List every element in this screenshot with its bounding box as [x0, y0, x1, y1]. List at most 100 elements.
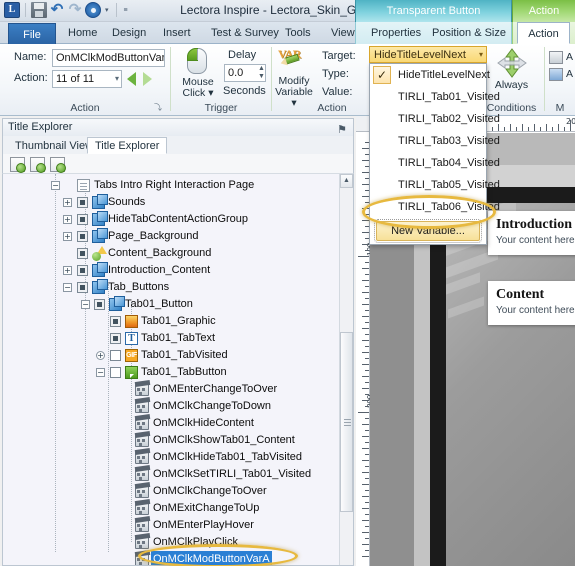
- button-icon: [125, 366, 138, 379]
- visibility-checkbox[interactable]: [110, 350, 121, 361]
- tree-label: OnMClkHideTab01_TabVisited: [153, 451, 302, 463]
- context-tab-transparent-button[interactable]: Transparent Button: [355, 0, 512, 22]
- action-index-combo[interactable]: 11 of 11: [52, 70, 122, 88]
- mouse-icon[interactable]: [187, 48, 207, 74]
- ribbon-group-trigger-label: Trigger: [204, 102, 238, 114]
- tab-view[interactable]: View: [323, 22, 363, 44]
- target-variable-dropdown[interactable]: ✓ HideTitleLevelNext TIRLI_Tab01_Visited…: [369, 63, 500, 245]
- dropdown-option-3-label: TIRLI_Tab03_Visited: [398, 135, 500, 147]
- card-title: Content: [496, 287, 545, 302]
- action-dialog-launcher[interactable]: ⤵: [154, 102, 162, 113]
- add-action-label[interactable]: A: [566, 51, 573, 63]
- title-explorer-tree[interactable]: − Tabs Intro Right Interaction Page + So…: [2, 174, 354, 566]
- scroll-up-button[interactable]: ▲: [340, 174, 353, 188]
- tree-label: Tab01_TabText: [141, 332, 215, 344]
- visibility-checkbox[interactable]: [77, 214, 88, 225]
- tab-home[interactable]: Home: [60, 22, 105, 44]
- ruler-corner: [356, 116, 370, 132]
- expander-icon[interactable]: +: [63, 266, 72, 275]
- visibility-checkbox[interactable]: [110, 333, 121, 344]
- tab-position-size[interactable]: Position & Size: [424, 22, 514, 44]
- value-label: Value:: [322, 86, 353, 98]
- add-transition-icon[interactable]: [549, 68, 563, 81]
- add-page-icon[interactable]: [10, 157, 26, 173]
- dropdown-option-5-label: TIRLI_Tab05_Visited: [398, 179, 500, 191]
- expander-icon[interactable]: −: [51, 181, 60, 190]
- tree-label: Introduction_Content: [108, 264, 211, 276]
- tab-design[interactable]: Design: [104, 22, 154, 44]
- dropdown-option-4[interactable]: TIRLI_Tab04_Visited: [370, 152, 500, 174]
- visibility-checkbox[interactable]: [77, 282, 88, 293]
- next-action-button[interactable]: [143, 72, 152, 86]
- tree-label: Tab01_Button: [125, 298, 193, 310]
- tab-title-explorer[interactable]: Title Explorer: [87, 137, 168, 154]
- previous-action-button[interactable]: [127, 72, 136, 86]
- action-icon: [135, 486, 149, 498]
- card-title: Introduction: [496, 217, 572, 232]
- tree-label: OnMEnterPlayHover: [153, 519, 254, 531]
- context-tab-action[interactable]: Action: [512, 0, 575, 22]
- ribbon-group-more-label: M: [555, 102, 565, 114]
- expander-icon[interactable]: −: [96, 368, 105, 377]
- content-card-content: Content Your content here: [488, 281, 575, 325]
- ribbon-group-trigger: Mouse Click ▾ Delay 0.0 ▲ ▼ Seconds Trigg…: [171, 44, 271, 116]
- target-variable-combo[interactable]: HideTitleLevelNext: [369, 46, 487, 63]
- tree-guide-1: [55, 174, 56, 552]
- tab-action[interactable]: Action: [517, 22, 570, 44]
- dropdown-option-0[interactable]: ✓ HideTitleLevelNext: [370, 64, 490, 86]
- title-explorer-toolbar: [2, 154, 354, 174]
- name-label: Name:: [14, 51, 47, 63]
- dropdown-footer: New Variable...: [370, 218, 486, 244]
- ribbon-group-action: Name: OnMClkModButtonVarA Action: 11 of …: [0, 44, 170, 116]
- visibility-checkbox[interactable]: [94, 299, 105, 310]
- card-body: Your content here: [496, 235, 575, 246]
- expander-icon[interactable]: +: [96, 351, 105, 360]
- action-label: Action:: [14, 72, 48, 84]
- add-transition-label[interactable]: A: [566, 68, 573, 80]
- tree-label: Tab01_TabVisited: [141, 349, 228, 361]
- new-variable-button[interactable]: New Variable...: [374, 219, 482, 243]
- visibility-checkbox[interactable]: [77, 231, 88, 242]
- dropdown-option-2[interactable]: TIRLI_Tab02_Visited: [370, 108, 500, 130]
- group-icon: [92, 211, 108, 226]
- visibility-checkbox[interactable]: [110, 367, 121, 378]
- image-icon: [125, 315, 138, 328]
- visibility-checkbox[interactable]: [77, 197, 88, 208]
- modify-variable-icon[interactable]: VAR: [278, 47, 304, 71]
- content-card-introduction: Introduction Your content here: [488, 211, 575, 255]
- tree-label: OnMClkHideContent: [153, 417, 254, 429]
- tab-insert[interactable]: Insert: [155, 22, 199, 44]
- expander-icon[interactable]: −: [81, 300, 90, 309]
- expander-icon[interactable]: +: [63, 215, 72, 224]
- expander-icon[interactable]: −: [63, 283, 72, 292]
- visibility-checkbox[interactable]: [110, 316, 121, 327]
- mouse-click-button[interactable]: Mouse Click ▾: [173, 77, 223, 99]
- expander-icon[interactable]: +: [63, 198, 72, 207]
- tree-label: OnMClkChangeToOver: [153, 485, 267, 497]
- scrollbar-thumb[interactable]: [340, 332, 353, 512]
- tab-file[interactable]: File: [8, 23, 56, 45]
- add-action-icon[interactable]: [549, 51, 563, 64]
- expander-icon[interactable]: +: [63, 232, 72, 241]
- dropdown-option-6[interactable]: TIRLI_Tab06_Visited: [370, 196, 500, 218]
- action-name-input[interactable]: OnMClkModButtonVarA: [52, 49, 165, 67]
- tab-properties[interactable]: Properties: [363, 22, 429, 44]
- dropdown-option-3[interactable]: TIRLI_Tab03_Visited: [370, 130, 500, 152]
- tab-test-survey[interactable]: Test & Survey: [203, 22, 287, 44]
- tree-scrollbar[interactable]: ▲: [339, 174, 353, 565]
- action-icon: [135, 554, 149, 565]
- add-section-icon[interactable]: [50, 157, 66, 173]
- action-icon: [135, 537, 149, 549]
- dropdown-option-5[interactable]: TIRLI_Tab05_Visited: [370, 174, 500, 196]
- tab-tools[interactable]: Tools: [277, 22, 319, 44]
- always-icon[interactable]: [497, 48, 527, 78]
- ribbon-group-action-label: Action: [70, 102, 100, 114]
- add-chapter-icon[interactable]: [30, 157, 46, 173]
- group-icon: [109, 296, 125, 311]
- visibility-checkbox[interactable]: [77, 265, 88, 276]
- application-window: L ↶ ↷ ▾ ≡ Lectora Inspire - Lectora_Skin…: [0, 0, 575, 566]
- visibility-checkbox[interactable]: [77, 248, 88, 259]
- tree-label: Page_Background: [108, 230, 199, 242]
- delay-spinner[interactable]: ▲ ▼: [258, 65, 265, 81]
- dropdown-option-1[interactable]: TIRLI_Tab01_Visited: [370, 86, 500, 108]
